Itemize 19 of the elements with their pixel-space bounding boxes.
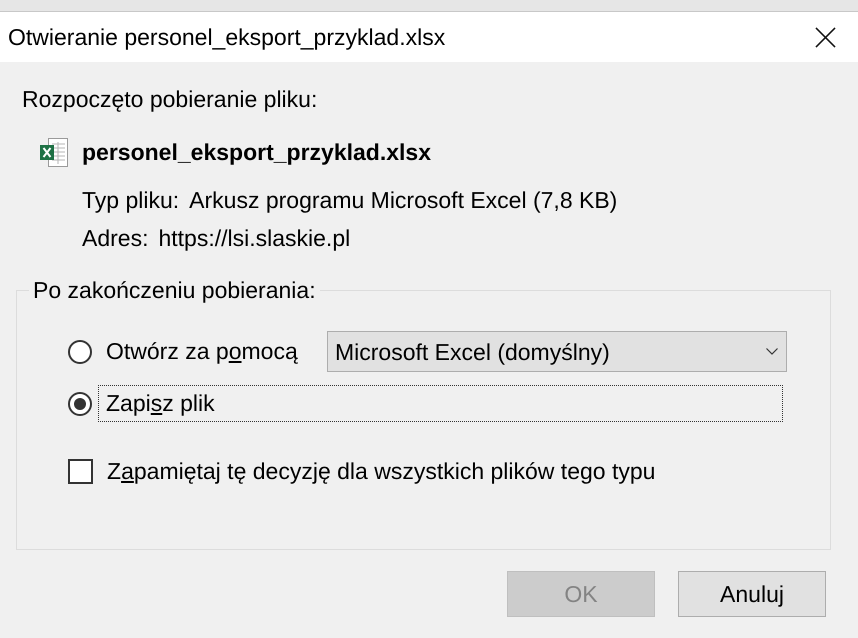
application-dropdown[interactable]: Microsoft Excel (domyślny)	[327, 331, 787, 372]
option-label[interactable]: Otwórz za pomocą	[98, 333, 306, 370]
detail-label: Adres:	[82, 224, 148, 252]
option-label[interactable]: Zapamiętaj tę decyzję dla wszystkich plików tego typu	[99, 453, 664, 490]
radio-button[interactable]	[68, 392, 92, 416]
close-icon[interactable]	[815, 26, 836, 48]
file-name: personel_eksport_przyklad.xlsx	[82, 138, 431, 166]
detail-label: Typ pliku:	[82, 186, 180, 214]
dropdown-value: Microsoft Excel (domyślny)	[335, 338, 610, 366]
window-title: Otwieranie personel_eksport_przyklad.xlsx	[8, 23, 446, 51]
chevron-down-icon	[766, 348, 778, 355]
spreadsheet-file-icon	[40, 138, 68, 166]
detail-value: https://lsi.slaskie.pl	[158, 224, 350, 252]
checkbox[interactable]	[68, 459, 93, 484]
dialog-button[interactable]: Anuluj	[678, 571, 826, 617]
option-label[interactable]: Zapisz plik	[98, 385, 783, 422]
detail-value: Arkusz programu Microsoft Excel (7,8 KB)	[189, 186, 618, 214]
intro-text: Rozpoczęto pobieranie pliku:	[22, 85, 318, 113]
radio-button[interactable]	[68, 340, 92, 364]
